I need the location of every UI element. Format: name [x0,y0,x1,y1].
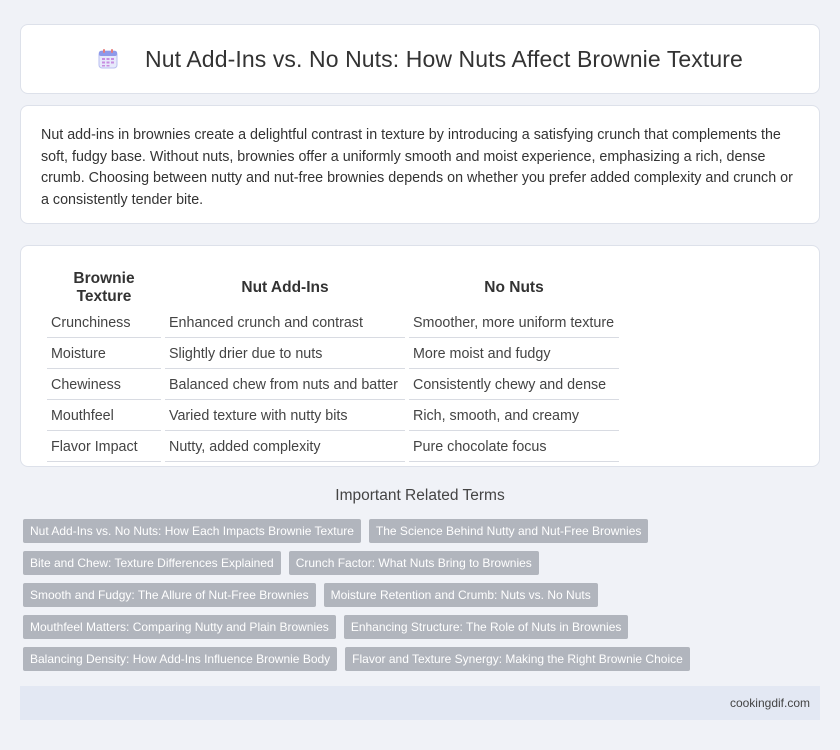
footer-site-link[interactable]: cookingdif.com [730,696,810,710]
table-cell: Crunchiness [47,309,161,338]
intro-paragraph: Nut add-ins in brownies create a delight… [41,127,793,208]
table-cell: Rich, smooth, and creamy [409,402,619,431]
comparison-table: Brownie Texture Nut Add-Ins No Nuts Crun… [43,266,623,464]
related-tag-link[interactable]: Enhancing Structure: The Role of Nuts in… [343,615,629,639]
related-tag-link[interactable]: Smooth and Fudgy: The Allure of Nut-Free… [23,583,316,607]
column-header: Brownie Texture [73,270,135,305]
related-tag-link[interactable]: Nut Add-Ins vs. No Nuts: How Each Impact… [23,519,361,543]
table-cell: Smoother, more uniform texture [409,309,619,338]
footer-bar: cookingdif.com [20,686,820,720]
tag-row: Bite and Chew: Texture Differences Expla… [23,551,823,575]
comparison-card: Brownie Texture Nut Add-Ins No Nuts Crun… [20,245,820,467]
table-cell: Chewiness [47,371,161,400]
table-cell: More moist and fudgy [409,340,619,369]
table-header-row: Brownie Texture Nut Add-Ins No Nuts [47,268,619,307]
table-row: Chewiness Balanced chew from nuts and ba… [47,371,619,400]
table-row: Crunchiness Enhanced crunch and contrast… [47,309,619,338]
table-cell: Consistently chewy and dense [409,371,619,400]
related-tag-link[interactable]: The Science Behind Nutty and Nut-Free Br… [368,519,649,543]
table-cell: Mouthfeel [47,402,161,431]
related-tags: Nut Add-Ins vs. No Nuts: How Each Impact… [23,519,823,679]
intro-card: Nut add-ins in brownies create a delight… [20,105,820,224]
related-terms-heading: Important Related Terms [335,487,505,504]
related-tag-link[interactable]: Bite and Chew: Texture Differences Expla… [23,551,281,575]
table-cell: Slightly drier due to nuts [165,340,405,369]
table-cell: Flavor Impact [47,433,161,462]
related-tag-link[interactable]: Balancing Density: How Add-Ins Influence… [23,647,338,671]
related-tag-link[interactable]: Flavor and Texture Synergy: Making the R… [345,647,690,671]
table-cell: Varied texture with nutty bits [165,402,405,431]
tag-row: Mouthfeel Matters: Comparing Nutty and P… [23,615,823,639]
page-title: Nut Add-Ins vs. No Nuts: How Nuts Affect… [145,45,743,72]
table-cell: Pure chocolate focus [409,433,619,462]
table-row: Flavor Impact Nutty, added complexity Pu… [47,433,619,462]
table-cell: Balanced chew from nuts and batter [165,371,405,400]
table-row: Mouthfeel Varied texture with nutty bits… [47,402,619,431]
tag-row: Balancing Density: How Add-Ins Influence… [23,647,823,671]
column-header: Nut Add-Ins [241,279,329,296]
tag-row: Smooth and Fudgy: The Allure of Nut-Free… [23,583,823,607]
table-cell: Moisture [47,340,161,369]
related-tag-link[interactable]: Moisture Retention and Crumb: Nuts vs. N… [323,583,598,607]
header-card: Nut Add-Ins vs. No Nuts: How Nuts Affect… [20,24,820,94]
table-cell: Nutty, added complexity [165,433,405,462]
tag-row: Nut Add-Ins vs. No Nuts: How Each Impact… [23,519,823,543]
table-row: Moisture Slightly drier due to nuts More… [47,340,619,369]
related-tag-link[interactable]: Crunch Factor: What Nuts Bring to Browni… [288,551,539,575]
related-tag-link[interactable]: Mouthfeel Matters: Comparing Nutty and P… [23,615,336,639]
table-cell: Enhanced crunch and contrast [165,309,405,338]
column-header: No Nuts [484,279,544,296]
calendar-icon [97,48,119,70]
